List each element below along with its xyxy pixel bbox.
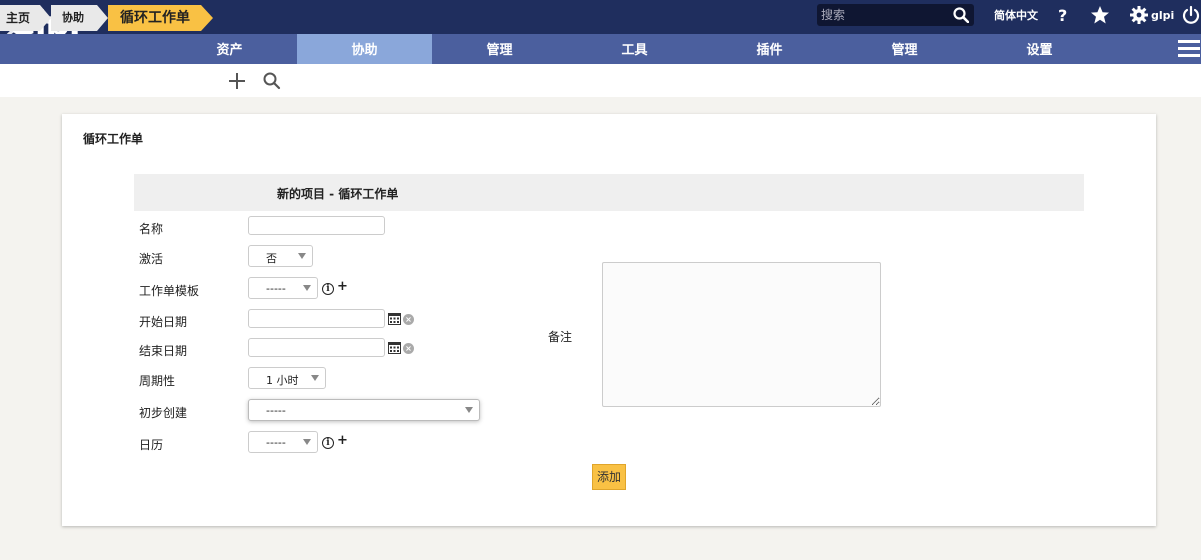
periodicity-label: 周期性 xyxy=(139,374,176,388)
creation-value: ----- xyxy=(266,404,286,417)
help-icon[interactable]: ? xyxy=(1054,5,1074,25)
menu-setup[interactable]: 设置 xyxy=(972,34,1107,64)
clear-date-icon[interactable]: × xyxy=(403,343,414,354)
periodicity-select[interactable]: 1 小时 xyxy=(248,367,326,389)
creation-select[interactable]: ----- xyxy=(248,399,480,421)
chevron-down-icon xyxy=(311,375,319,381)
search-box xyxy=(817,4,974,26)
breadcrumb-separator xyxy=(40,5,51,31)
logout-icon[interactable] xyxy=(1181,5,1201,25)
language-link[interactable]: 简体中文 xyxy=(994,7,1038,23)
form-title: 新的项目 - 循环工作单 xyxy=(277,187,399,201)
comment-textarea[interactable] xyxy=(602,262,881,407)
template-label: 工作单模板 xyxy=(139,284,200,298)
chevron-down-icon xyxy=(298,253,306,259)
active-select[interactable]: 否 xyxy=(248,245,313,267)
main-menu: 资产 协助 管理 工具 插件 管理 设置 xyxy=(0,34,1201,64)
search-icon[interactable] xyxy=(262,71,282,91)
gear-icon[interactable] xyxy=(1129,5,1149,25)
start-date-input[interactable] xyxy=(248,309,385,328)
search-icon[interactable] xyxy=(953,7,969,23)
svg-text:?: ? xyxy=(1058,6,1067,25)
breadcrumb xyxy=(0,64,1201,97)
breadcrumb-separator xyxy=(97,5,108,31)
form-header: 新的项目 - 循环工作单 xyxy=(134,174,1084,211)
periodicity-value: 1 小时 xyxy=(266,374,299,387)
menu-assets[interactable]: 资产 xyxy=(162,34,297,64)
calendar-label: 日历 xyxy=(139,438,164,452)
add-template-icon[interactable]: + xyxy=(337,279,348,294)
menu-management[interactable]: 管理 xyxy=(432,34,567,64)
search-input[interactable] xyxy=(819,6,949,24)
hamburger-menu-icon[interactable] xyxy=(1178,40,1200,60)
clear-date-icon[interactable]: × xyxy=(403,314,414,325)
breadcrumb-assistance[interactable]: 协助 xyxy=(51,5,97,31)
calendar-value: ----- xyxy=(266,436,286,449)
template-select[interactable]: ----- xyxy=(248,277,318,299)
chevron-down-icon xyxy=(303,439,311,445)
creation-label: 初步创建 xyxy=(139,406,188,420)
star-icon[interactable] xyxy=(1090,5,1110,25)
panel-title: 循环工作单 xyxy=(83,132,144,146)
chevron-down-icon xyxy=(465,407,473,413)
template-value: ----- xyxy=(266,282,286,295)
main-panel: 循环工作单 新的项目 - 循环工作单 名称 激活 否 工作单模板 ----- i… xyxy=(62,114,1156,526)
end-date-input[interactable] xyxy=(248,338,385,357)
calendar-select[interactable]: ----- xyxy=(248,431,318,453)
end-date-label: 结束日期 xyxy=(139,344,188,358)
comment-label: 备注 xyxy=(548,330,573,344)
name-label: 名称 xyxy=(139,222,164,236)
user-link[interactable]: glpi xyxy=(1151,9,1174,22)
chevron-down-icon xyxy=(303,285,311,291)
active-value: 否 xyxy=(266,252,277,265)
add-button[interactable]: 添加 xyxy=(592,464,626,490)
calendar-icon[interactable] xyxy=(388,312,401,325)
info-icon[interactable]: i xyxy=(322,437,334,449)
menu-tools[interactable]: 工具 xyxy=(567,34,702,64)
breadcrumb-home[interactable]: 主页 xyxy=(0,5,40,31)
add-calendar-icon[interactable]: + xyxy=(337,433,348,448)
menu-assistance[interactable]: 协助 xyxy=(297,34,432,64)
add-icon[interactable] xyxy=(227,71,247,91)
breadcrumb-separator xyxy=(201,5,213,31)
start-date-label: 开始日期 xyxy=(139,315,188,329)
info-icon[interactable]: i xyxy=(322,283,334,295)
name-input[interactable] xyxy=(248,216,385,235)
breadcrumb-current[interactable]: 循环工作单 xyxy=(108,5,201,31)
calendar-icon[interactable] xyxy=(388,341,401,354)
active-label: 激活 xyxy=(139,252,164,266)
menu-plugins[interactable]: 插件 xyxy=(702,34,837,64)
menu-administration[interactable]: 管理 xyxy=(837,34,972,64)
